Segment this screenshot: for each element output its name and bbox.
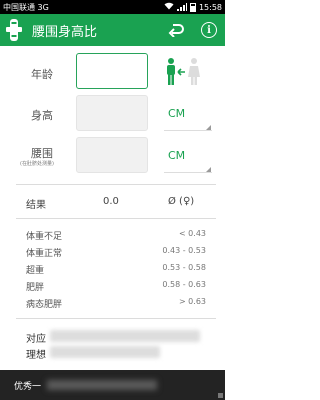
range-row: 病态肥胖 > 0.63 — [26, 297, 206, 310]
height-unit-select[interactable]: CM — [168, 107, 185, 120]
banner-text: 优秀一 — [14, 381, 42, 392]
ad-banner[interactable]: 优秀一 — [0, 370, 225, 400]
obscured-text-block — [50, 330, 200, 342]
height-dropdown-icon[interactable] — [206, 125, 211, 130]
waist-unit-select[interactable]: CM — [168, 149, 185, 162]
range-name: 超重 — [26, 266, 45, 276]
result-value: 0.0 — [103, 196, 119, 207]
page-title: 腰围身高比 — [32, 24, 98, 40]
body-measure-logo-icon — [6, 19, 22, 41]
male-female-toggle-icon[interactable] — [164, 58, 204, 86]
result-gender-text: Ø (♀) — [168, 196, 195, 207]
range-name: 肥胖 — [26, 283, 45, 293]
ideal-line-1: 对应 — [26, 334, 46, 345]
divider — [16, 184, 216, 185]
height-label: 身高 — [31, 109, 53, 122]
range-value: 0.53 - 0.58 — [162, 263, 206, 272]
wifi-icon — [164, 2, 174, 12]
divider — [16, 218, 216, 219]
signal-icon — [176, 3, 187, 11]
app-bar: 腰围身高比 i — [0, 14, 225, 46]
waist-label: 腰围 — [31, 147, 53, 160]
range-row: 体重正常 0.43 - 0.53 — [26, 246, 206, 259]
range-row: 肥胖 0.58 - 0.63 — [26, 280, 206, 293]
range-name: 病态肥胖 — [26, 300, 63, 310]
ideal-line-2: 理想 — [26, 350, 46, 361]
clock-text: 15:58 — [198, 2, 222, 12]
height-unit-underline — [164, 130, 212, 131]
height-input[interactable] — [76, 95, 148, 131]
age-input[interactable] — [76, 53, 148, 89]
obscured-text-block — [50, 346, 160, 358]
waist-hint: (在肚脐处测量) — [20, 161, 54, 167]
range-value: < 0.43 — [178, 229, 206, 238]
status-bar: 中国联通 3G 15:58 — [0, 0, 225, 14]
battery-icon — [189, 2, 196, 12]
waist-unit-underline — [164, 172, 212, 173]
range-value: 0.43 - 0.53 — [162, 246, 206, 255]
age-label: 年龄 — [31, 68, 53, 81]
range-value: > 0.63 — [178, 297, 206, 306]
banner-blur — [47, 380, 158, 390]
carrier-text: 中国联通 3G — [3, 2, 49, 12]
banner-corner-icon[interactable] — [218, 393, 223, 398]
result-label: 结果 — [26, 200, 46, 211]
range-name: 体重正常 — [26, 249, 63, 259]
divider — [16, 318, 216, 319]
info-button[interactable]: i — [201, 22, 217, 38]
range-value: 0.58 - 0.63 — [162, 280, 206, 289]
range-row: 超重 0.53 - 0.58 — [26, 263, 206, 276]
waist-dropdown-icon[interactable] — [206, 167, 211, 172]
range-name: 体重不足 — [26, 232, 63, 242]
range-row: 体重不足 < 0.43 — [26, 229, 206, 242]
undo-arrow-icon[interactable] — [165, 19, 187, 41]
waist-input[interactable] — [76, 137, 148, 173]
